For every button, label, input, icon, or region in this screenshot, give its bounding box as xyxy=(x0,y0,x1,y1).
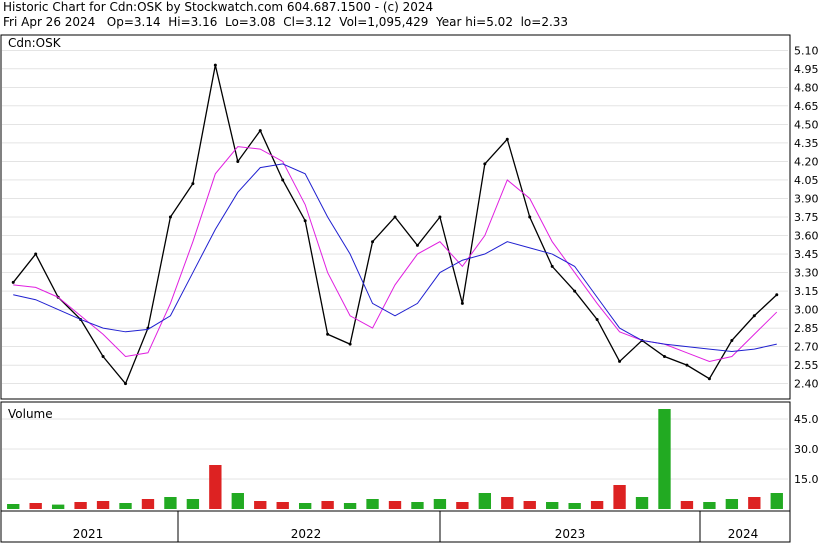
volume-bar xyxy=(456,502,469,509)
price-point xyxy=(371,240,375,244)
volume-tick-label: 30.0 xyxy=(794,443,819,456)
volume-bar xyxy=(298,503,312,509)
price-point xyxy=(393,215,397,219)
volume-bar xyxy=(164,497,177,509)
price-point xyxy=(730,338,734,342)
price-tick-label: 4.65 xyxy=(794,100,819,113)
price-point xyxy=(685,363,689,367)
price-point xyxy=(438,215,442,219)
price-tick-label: 4.50 xyxy=(794,118,819,131)
price-tick-label: 2.70 xyxy=(794,341,819,354)
volume-panel xyxy=(0,401,791,512)
price-panel-title: Cdn:OSK xyxy=(8,36,62,50)
price-tick-label: 4.20 xyxy=(794,155,819,168)
x-tick-label: 2023 xyxy=(555,527,586,541)
price-point xyxy=(236,159,240,163)
x-tick-label: 2021 xyxy=(73,527,104,541)
price-point xyxy=(618,359,622,363)
volume-bar xyxy=(186,499,200,509)
volume-y-axis: 45.0 30.0 15.0 xyxy=(794,413,819,486)
price-point xyxy=(168,215,172,219)
price-tick-label: 3.45 xyxy=(794,248,819,261)
price-point xyxy=(213,63,217,67)
volume-bar xyxy=(590,501,604,509)
price-tick-label: 2.85 xyxy=(794,322,819,335)
price-point xyxy=(752,314,756,318)
volume-bar xyxy=(343,503,357,509)
price-point xyxy=(348,342,352,346)
price-point xyxy=(550,264,554,268)
price-point xyxy=(124,382,128,386)
price-point xyxy=(101,354,105,358)
price-y-axis: 5.10 4.95 4.80 4.65 4.50 4.35 4.20 4.05 3.90 3.75… xyxy=(794,44,819,390)
volume-bar xyxy=(523,501,536,509)
price-point xyxy=(595,317,599,321)
price-point xyxy=(34,252,38,256)
price-point xyxy=(258,129,262,133)
price-tick-label: 3.75 xyxy=(794,211,819,224)
price-point xyxy=(662,354,666,358)
volume-bar xyxy=(703,502,716,509)
volume-bar xyxy=(7,504,20,509)
price-point xyxy=(528,215,532,219)
volume-bar xyxy=(209,465,222,509)
volume-bar xyxy=(321,501,334,509)
volume-bar xyxy=(29,503,42,509)
price-point xyxy=(415,243,419,247)
price-point xyxy=(326,332,330,336)
volume-bar xyxy=(141,499,155,509)
price-tick-label: 4.80 xyxy=(794,81,819,94)
volume-bar xyxy=(96,501,110,509)
volume-bar xyxy=(411,502,424,509)
volume-bar xyxy=(613,485,626,509)
price-point xyxy=(191,182,195,186)
volume-bar xyxy=(546,502,559,509)
price-tick-label: 3.60 xyxy=(794,230,819,243)
volume-bar xyxy=(231,493,244,509)
volume-bar xyxy=(254,501,267,509)
price-tick-label: 3.30 xyxy=(794,267,819,280)
price-point xyxy=(460,301,464,305)
volume-bar xyxy=(366,499,379,509)
price-tick-label: 3.00 xyxy=(794,304,819,317)
volume-bar xyxy=(748,497,761,509)
price-point xyxy=(573,289,577,293)
stock-chart: Cdn:OSK 5.10 4.95 4.80 4.65 4.50 4.35 4.20 4.05… xyxy=(0,34,819,543)
volume-bar xyxy=(568,503,581,509)
price-tick-label: 4.35 xyxy=(794,137,819,150)
price-point xyxy=(303,219,307,223)
x-tick-label: 2022 xyxy=(291,527,322,541)
volume-bar xyxy=(276,502,289,509)
volume-bar xyxy=(119,503,132,509)
price-point xyxy=(483,162,487,166)
volume-bar xyxy=(501,497,514,509)
price-tick-label: 4.05 xyxy=(794,174,819,187)
price-tick-label: 3.15 xyxy=(794,285,819,298)
x-axis-strip xyxy=(0,510,791,543)
price-point xyxy=(281,178,285,182)
volume-bar xyxy=(478,493,492,509)
price-tick-label: 4.95 xyxy=(794,63,819,76)
price-tick-label: 2.40 xyxy=(794,378,819,391)
price-point xyxy=(11,280,15,284)
volume-bar xyxy=(433,499,447,509)
volume-bar xyxy=(680,501,694,509)
x-tick-label: 2024 xyxy=(728,527,759,541)
volume-bar xyxy=(658,409,671,509)
price-tick-label: 3.90 xyxy=(794,192,819,205)
price-point xyxy=(707,377,711,381)
volume-bar xyxy=(725,499,739,509)
price-point xyxy=(775,293,779,297)
volume-bar xyxy=(635,497,649,509)
price-point xyxy=(505,137,509,141)
price-tick-label: 2.55 xyxy=(794,359,819,372)
volume-bar xyxy=(74,502,87,509)
volume-tick-label: 15.0 xyxy=(794,473,819,486)
volume-bar xyxy=(388,501,402,509)
volume-bar xyxy=(51,504,65,509)
volume-tick-label: 45.0 xyxy=(794,413,819,426)
price-tick-label: 5.10 xyxy=(794,44,819,57)
volume-bar xyxy=(770,493,783,509)
